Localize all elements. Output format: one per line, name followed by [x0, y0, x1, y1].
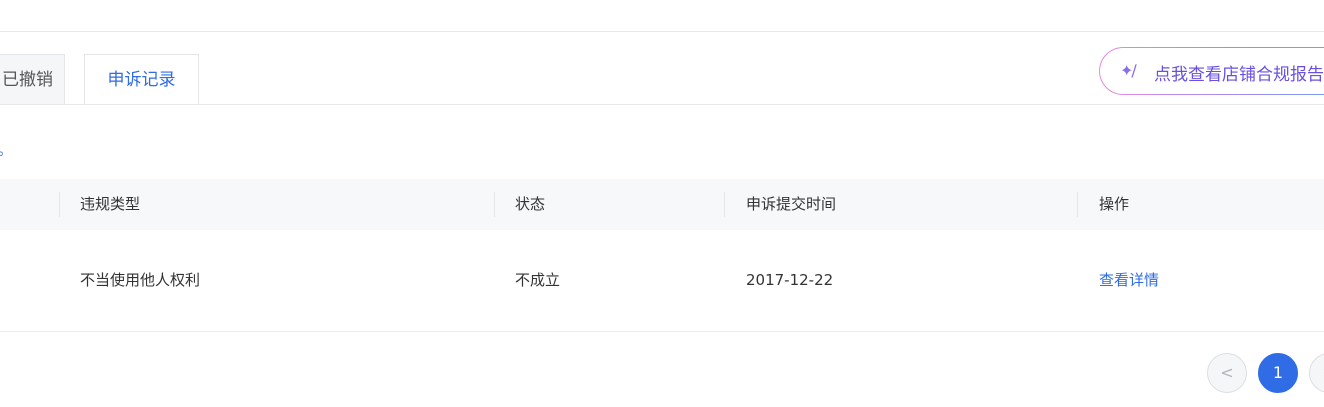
store-compliance-report-label: 点我查看店铺合规报告 [1154, 65, 1324, 85]
tab-appeal-records[interactable]: 申诉记录 [84, 54, 199, 105]
sparkle-wand-icon: ✦∕ [1120, 61, 1137, 80]
column-separator [1077, 192, 1078, 217]
tab-revoked[interactable]: 已撤销 [0, 54, 65, 104]
cell-status: 不成立 [515, 271, 561, 289]
pagination-page-1[interactable]: 1 [1258, 353, 1298, 393]
column-separator [59, 192, 60, 217]
column-header-status: 状态 [515, 195, 546, 213]
column-separator [494, 192, 495, 217]
cell-submit-time: 2017-12-22 [746, 271, 834, 289]
column-header-submit-time: 申诉提交时间 [746, 195, 837, 213]
table-row: 不当使用他人权利 不成立 2017-12-22 查看详情 [0, 230, 1324, 332]
column-header-violation-type: 违规类型 [80, 195, 141, 213]
tab-revoked-label: 已撤销 [2, 70, 53, 90]
tab-appeal-records-label: 申诉记录 [107, 70, 176, 90]
column-separator [724, 192, 725, 217]
tabs-divider [0, 104, 1324, 105]
pagination-prev-button[interactable]: < [1207, 353, 1247, 393]
cell-violation-type: 不当使用他人权利 [80, 271, 201, 289]
column-header-action: 操作 [1099, 195, 1130, 213]
hint-text: 。 [0, 140, 12, 160]
pagination-next-button[interactable]: > [1309, 353, 1324, 393]
table-header: 违规类型 状态 申诉提交时间 操作 [0, 179, 1324, 230]
store-compliance-report-button[interactable]: ✦∕ 点我查看店铺合规报告 [1099, 47, 1324, 95]
view-details-link[interactable]: 查看详情 [1099, 230, 1159, 330]
top-divider [0, 31, 1324, 32]
